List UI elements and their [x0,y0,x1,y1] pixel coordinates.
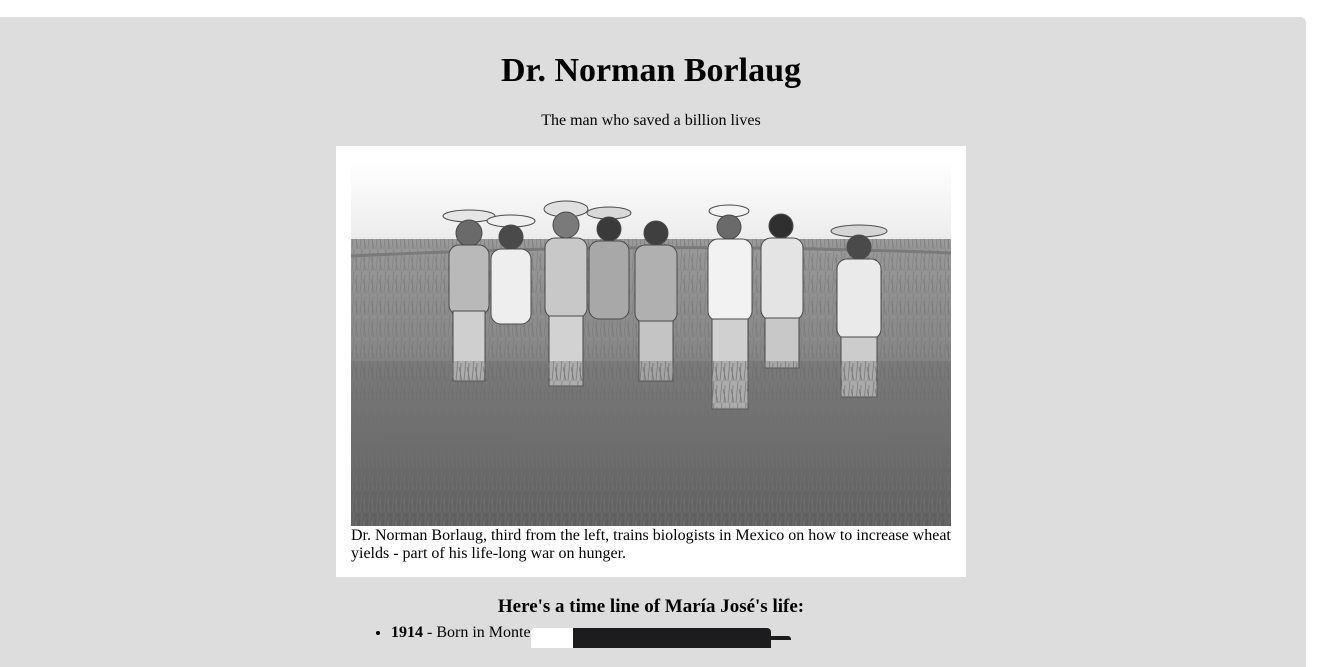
timeline-heading: Here's a time line of María José's life: [497,596,805,617]
timeline-text: - Born in Monte [423,624,531,641]
list-item: 1914 - Born in Monte [391,624,531,642]
page-subtitle: The man who saved a billion lives [541,112,761,129]
page-title: Dr. Norman Borlaug [500,52,802,89]
timeline-list: 1914 - Born in Monte [350,624,531,642]
overlay-toolbar-tail [771,636,791,640]
overlay-panel-left [531,628,573,648]
timeline-year: 1914 [391,624,423,641]
main-container: Dr. Norman Borlaug The man who saved a b… [0,17,1306,667]
borlaug-photo [351,161,951,526]
image-figure: Dr. Norman Borlaug, third from the left,… [336,146,966,577]
photo-caption: Dr. Norman Borlaug, third from the left,… [351,527,951,562]
overlay-toolbar[interactable] [573,628,771,648]
